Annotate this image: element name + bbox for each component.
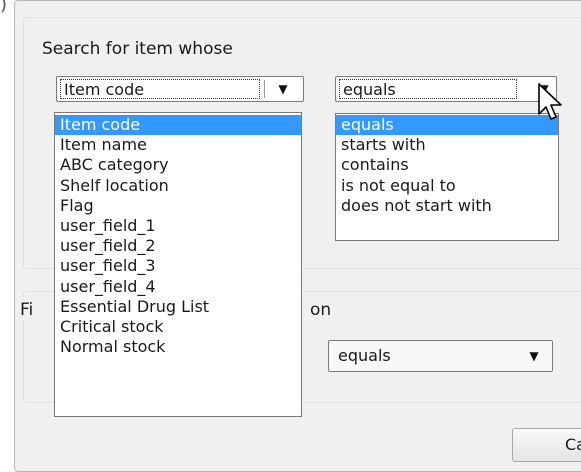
search-group-title: Search for item whose xyxy=(42,39,233,59)
field-option-item-code[interactable]: Item code xyxy=(55,115,301,136)
chevron-down-icon[interactable]: ▼ xyxy=(271,77,295,101)
cancel-button[interactable]: Ca xyxy=(512,428,581,462)
chevron-down-icon[interactable]: ▼ xyxy=(522,341,546,371)
field-option-abc-category[interactable]: ABC category xyxy=(55,155,301,175)
operator-option-contains[interactable]: contains xyxy=(336,155,558,175)
field-option-user-field-3[interactable]: user_field_3 xyxy=(55,256,301,276)
operator-dropdown-list: equals starts with contains is not equal… xyxy=(335,113,559,241)
field-dropdown[interactable]: Item code ▼ xyxy=(56,76,304,102)
mouse-cursor-icon xyxy=(538,83,562,120)
corner-paren-text: ) xyxy=(0,0,8,15)
second-operator-dropdown-value: equals xyxy=(338,346,391,365)
field-option-essential-drug-list[interactable]: Essential Drug List xyxy=(55,297,301,317)
operator-option-not-start-with[interactable]: does not start with xyxy=(336,196,558,216)
field-dropdown-list: Item code Item name ABC category Shelf l… xyxy=(54,112,302,417)
field-option-normal-stock[interactable]: Normal stock xyxy=(55,337,301,357)
second-operator-dropdown[interactable]: equals ▼ xyxy=(328,340,553,372)
field-option-critical-stock[interactable]: Critical stock xyxy=(55,317,301,337)
field-option-item-name[interactable]: Item name xyxy=(55,135,301,155)
field-option-shelf-location[interactable]: Shelf location xyxy=(55,176,301,196)
operator-option-starts-with[interactable]: starts with xyxy=(336,135,558,155)
operator-dropdown-value: equals xyxy=(339,79,517,99)
operator-dropdown[interactable]: equals ▼ xyxy=(335,76,557,102)
field-option-user-field-4[interactable]: user_field_4 xyxy=(55,277,301,297)
field-option-user-field-1[interactable]: user_field_1 xyxy=(55,216,301,236)
second-group-title-end: on xyxy=(307,300,335,320)
operator-option-not-equal[interactable]: is not equal to xyxy=(336,176,558,196)
field-option-user-field-2[interactable]: user_field_2 xyxy=(55,236,301,256)
operator-option-equals[interactable]: equals xyxy=(336,115,558,136)
second-group-title-start: Fi xyxy=(20,300,34,320)
field-dropdown-value: Item code xyxy=(60,79,260,99)
field-option-flag[interactable]: Flag xyxy=(55,196,301,216)
field-dropdown-separator xyxy=(264,80,265,98)
